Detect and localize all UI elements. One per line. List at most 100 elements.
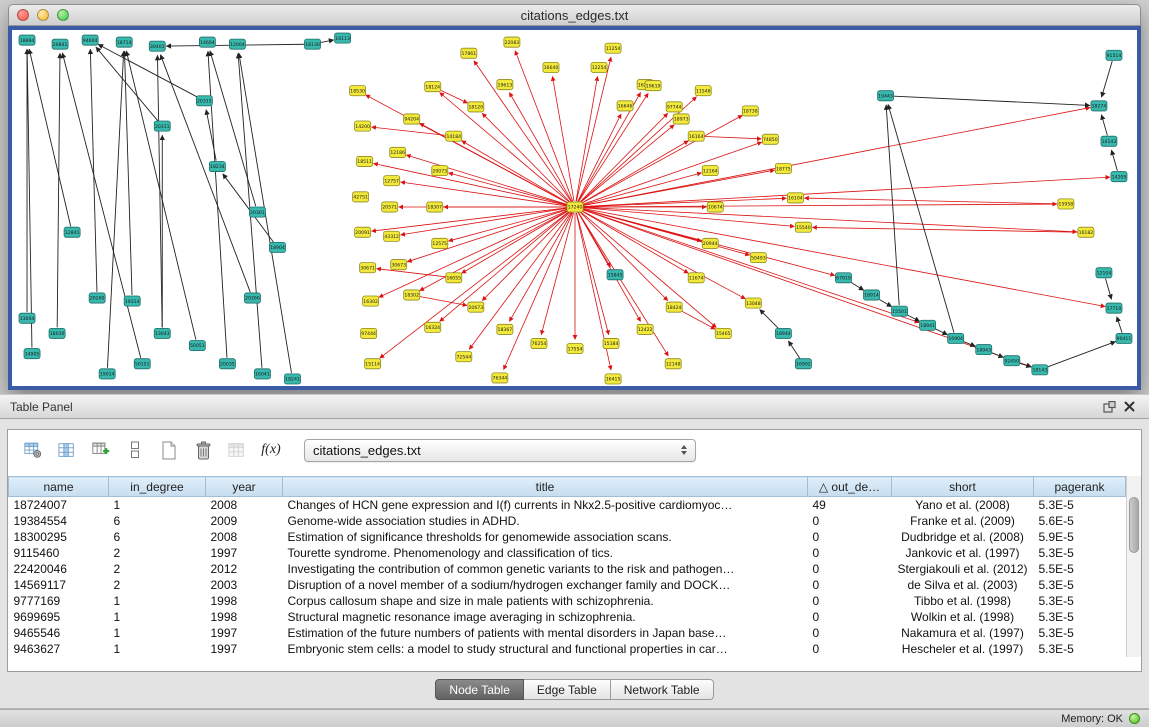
table-cell[interactable]: Tourette syndrome. Phenomenology and cla…: [283, 545, 808, 561]
table-cell[interactable]: Estimation of significance thresholds fo…: [283, 529, 808, 545]
graph-node[interactable]: 18775: [775, 164, 791, 174]
graph-node[interactable]: 18424: [666, 302, 682, 312]
graph-node[interactable]: 92450: [1004, 356, 1020, 366]
table-cell[interactable]: 0: [808, 593, 892, 609]
graph-node[interactable]: 18914: [864, 290, 880, 300]
table-cell[interactable]: 6: [109, 513, 206, 529]
column-header-title[interactable]: title: [283, 477, 808, 497]
graph-node[interactable]: 18367: [497, 324, 513, 334]
graph-node[interactable]: 20944: [702, 238, 718, 248]
table-cell[interactable]: 2008: [206, 497, 283, 513]
graph-node[interactable]: 14200: [355, 121, 371, 131]
graph-node[interactable]: 50493: [750, 253, 766, 263]
graph-node[interactable]: 18738: [742, 106, 758, 116]
graph-node[interactable]: 16055: [446, 273, 462, 283]
float-panel-button[interactable]: [1099, 399, 1120, 415]
graph-node[interactable]: 16324: [425, 322, 441, 332]
rows-button[interactable]: [120, 436, 150, 464]
show-columns-button[interactable]: [52, 436, 82, 464]
graph-node[interactable]: 16041: [254, 369, 270, 379]
graph-node[interactable]: 20311: [154, 121, 170, 131]
table-cell[interactable]: 0: [808, 529, 892, 545]
table-cell[interactable]: 2008: [206, 529, 283, 545]
table-cell[interactable]: Embryonic stem cells: a model to study s…: [283, 641, 808, 657]
graph-node[interactable]: 18884: [19, 35, 35, 45]
graph-node[interactable]: 16646: [617, 101, 633, 111]
graph-node[interactable]: 12164: [702, 166, 718, 176]
table-cell[interactable]: 2: [109, 561, 206, 577]
graph-node[interactable]: 20073: [432, 166, 448, 176]
table-cell[interactable]: 5.3E-5: [1034, 609, 1126, 625]
graph-node[interactable]: 18530: [350, 86, 366, 96]
graph-node[interactable]: 18511: [357, 156, 373, 166]
table-cell[interactable]: 5.6E-5: [1034, 513, 1126, 529]
table-cell[interactable]: 9115460: [9, 545, 109, 561]
table-cell[interactable]: 1: [109, 625, 206, 641]
graph-node[interactable]: 19014: [99, 369, 115, 379]
table-cell[interactable]: Yano et al. (2008): [892, 497, 1034, 513]
graph-node[interactable]: 14209: [1111, 172, 1127, 182]
graph-node[interactable]: 14905: [24, 349, 40, 359]
table-cell[interactable]: 0: [808, 513, 892, 529]
table-cell[interactable]: 5.3E-5: [1034, 497, 1126, 513]
graph-node[interactable]: 17861: [461, 48, 477, 58]
graph-node[interactable]: 18030: [49, 328, 65, 338]
graph-node[interactable]: 94204: [404, 114, 420, 124]
graph-node[interactable]: 14184: [446, 131, 462, 141]
graph-node[interactable]: 18120: [468, 102, 484, 112]
table-cell[interactable]: 2: [109, 545, 206, 561]
graph-node[interactable]: 74850: [762, 134, 778, 144]
graph-node[interactable]: 20266: [244, 293, 260, 303]
table-cell[interactable]: 1997: [206, 641, 283, 657]
graph-node[interactable]: 18124: [425, 82, 441, 92]
table-cell[interactable]: Genome-wide association studies in ADHD.: [283, 513, 808, 529]
graph-node[interactable]: 15184: [603, 338, 619, 348]
table-cell[interactable]: Franke et al. (2009): [892, 513, 1034, 529]
graph-node[interactable]: 11254: [605, 43, 621, 53]
column-header-name[interactable]: name: [9, 477, 109, 497]
table-cell[interactable]: 5.3E-5: [1034, 577, 1126, 593]
graph-node[interactable]: 12186: [390, 147, 406, 157]
graph-node[interactable]: 12757: [384, 176, 400, 186]
graph-node[interactable]: 18944: [775, 328, 791, 338]
table-row[interactable]: 969969511998Structural magnetic resonanc…: [9, 609, 1126, 625]
graph-node[interactable]: 43312: [384, 231, 400, 241]
table-cell[interactable]: 9699695: [9, 609, 109, 625]
table-cell[interactable]: 0: [808, 545, 892, 561]
tab-network-table[interactable]: Network Table: [611, 679, 714, 700]
table-options-button[interactable]: [18, 436, 48, 464]
table-row[interactable]: 1456911722003Disruption of a novel membe…: [9, 577, 1126, 593]
table-scrollbar[interactable]: [1126, 476, 1141, 657]
table-cell[interactable]: 5.3E-5: [1034, 625, 1126, 641]
minimize-window-button[interactable]: [37, 9, 49, 21]
table-row[interactable]: 946362711997Embryonic stem cells: a mode…: [9, 641, 1126, 657]
tab-node-table[interactable]: Node Table: [435, 679, 524, 700]
graph-node[interactable]: 91514: [1106, 50, 1122, 60]
graph-node[interactable]: 18130: [305, 39, 321, 49]
graph-node[interactable]: 15465: [715, 328, 731, 338]
graph-node[interactable]: 12104: [1096, 268, 1112, 278]
graph-node[interactable]: 18943: [976, 345, 992, 355]
table-cell[interactable]: 9777169: [9, 593, 109, 609]
graph-node[interactable]: 30401: [149, 41, 165, 51]
table-cell[interactable]: Changes of HCN gene expression and I(f) …: [283, 497, 808, 513]
table-cell[interactable]: 9463627: [9, 641, 109, 657]
graph-node[interactable]: 20091: [355, 227, 371, 237]
table-cell[interactable]: 2: [109, 577, 206, 593]
graph-node[interactable]: 18941: [920, 320, 936, 330]
table-cell[interactable]: Estimation of the future numbers of pati…: [283, 625, 808, 641]
graph-node[interactable]: 15540: [795, 222, 811, 232]
table-cell[interactable]: 0: [808, 561, 892, 577]
graph-node[interactable]: 10674: [707, 202, 723, 212]
table-cell[interactable]: 49: [808, 497, 892, 513]
table-cell[interactable]: 1: [109, 497, 206, 513]
graph-node[interactable]: 13043: [154, 328, 170, 338]
graph-node[interactable]: 20673: [468, 302, 484, 312]
table-cell[interactable]: Structural magnetic resonance image aver…: [283, 609, 808, 625]
table-cell[interactable]: Tibbo et al. (1998): [892, 593, 1034, 609]
table-cell[interactable]: 1998: [206, 593, 283, 609]
graph-node[interactable]: 17554: [567, 344, 583, 354]
graph-node[interactable]: 16164: [688, 131, 704, 141]
graph-node[interactable]: 16902: [795, 359, 811, 369]
graph-node[interactable]: 20301: [249, 207, 265, 217]
